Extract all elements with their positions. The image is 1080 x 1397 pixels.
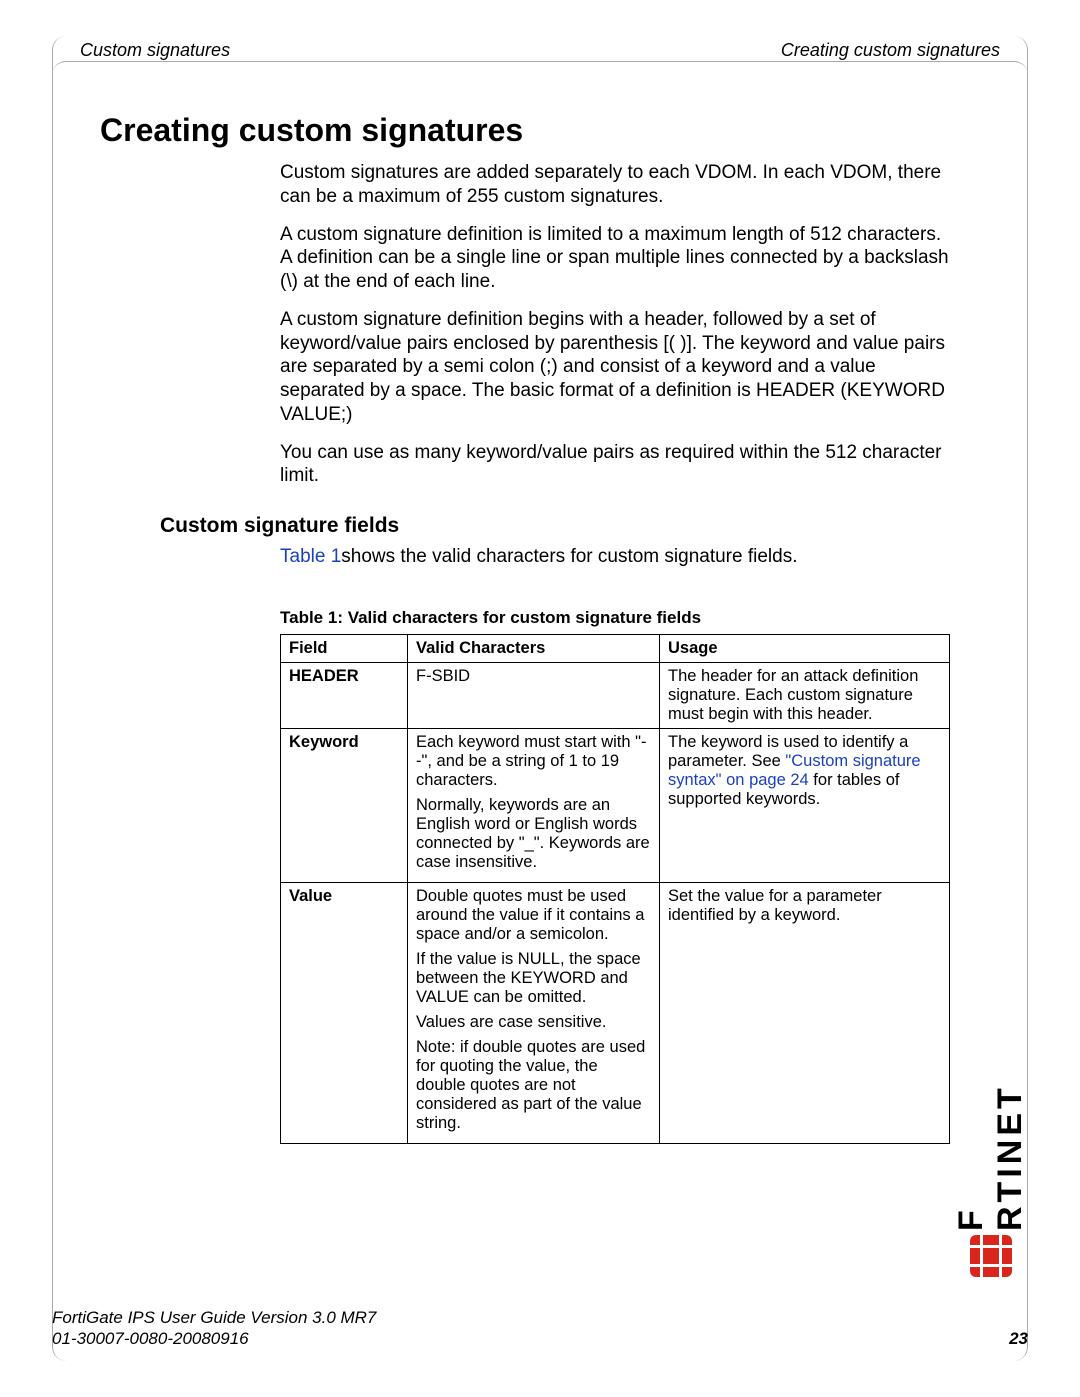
table-row: Keyword Each keyword must start with "--… [281,729,950,883]
cell-valid: Each keyword must start with "--", and b… [408,729,660,883]
table-reference-text: shows the valid characters for custom si… [341,546,797,567]
cell-field: HEADER [281,663,408,729]
cell-valid: Double quotes must be used around the va… [408,883,660,1144]
brand-wordmark: F RTINET [952,1037,1030,1231]
section-body: Custom signatures are added separately t… [280,161,950,488]
subsection-title: Custom signature fields [160,514,950,538]
footer-docid: 01-30007-0080-20080916 [52,1328,376,1349]
signature-fields-table: Field Valid Characters Usage HEADER F-SB… [280,634,950,1144]
cell-text: Values are case sensitive. [416,1013,651,1032]
table-reference: Table 1shows the valid characters for cu… [280,546,950,568]
footer-doc-info: FortiGate IPS User Guide Version 3.0 MR7… [52,1307,376,1350]
col-header-valid: Valid Characters [408,635,660,663]
cell-field: Keyword [281,729,408,883]
running-header-left: Custom signatures [76,40,234,61]
cell-usage: The keyword is used to identify a parame… [660,729,950,883]
footer-title: FortiGate IPS User Guide Version 3.0 MR7 [52,1307,376,1328]
table-row: Value Double quotes must be used around … [281,883,950,1144]
cell-field: Value [281,883,408,1144]
brand-logo: F RTINET [964,1031,1018,1277]
cell-usage: The header for an attack definition sign… [660,663,950,729]
paragraph: You can use as many keyword/value pairs … [280,441,950,489]
paragraph: A custom signature definition is limited… [280,223,950,294]
table-reference-link[interactable]: Table 1 [280,546,341,567]
page-frame-top [52,61,1028,76]
footer-page-number: 23 [1009,1329,1028,1349]
cell-text: Set the value for a parameter identified… [668,887,882,924]
table-caption: Table 1: Valid characters for custom sig… [280,608,950,628]
table-header-row: Field Valid Characters Usage [281,635,950,663]
col-header-usage: Usage [660,635,950,663]
cell-text: If the value is NULL, the space between … [416,950,651,1007]
cell-text: Normally, keywords are an English word o… [416,796,651,872]
cell-usage: Set the value for a parameter identified… [660,883,950,1144]
table-row: HEADER F-SBID The header for an attack d… [281,663,950,729]
cell-text: Note: if double quotes are used for quot… [416,1038,651,1133]
brand-mark-icon [970,1235,1012,1277]
content-area: Creating custom signatures Custom signat… [100,112,950,1144]
cell-text: The header for an attack definition sign… [668,667,918,723]
cell-valid: F-SBID [408,663,660,729]
section-title: Creating custom signatures [100,112,950,149]
page: Custom signatures Creating custom signat… [0,0,1080,1397]
col-header-field: Field [281,635,408,663]
cell-text: Double quotes must be used around the va… [416,887,651,944]
paragraph: Custom signatures are added separately t… [280,161,950,209]
cell-text: Each keyword must start with "--", and b… [416,733,651,790]
paragraph: A custom signature definition begins wit… [280,308,950,427]
cell-text: F-SBID [416,667,651,686]
running-header-right: Creating custom signatures [777,40,1004,61]
